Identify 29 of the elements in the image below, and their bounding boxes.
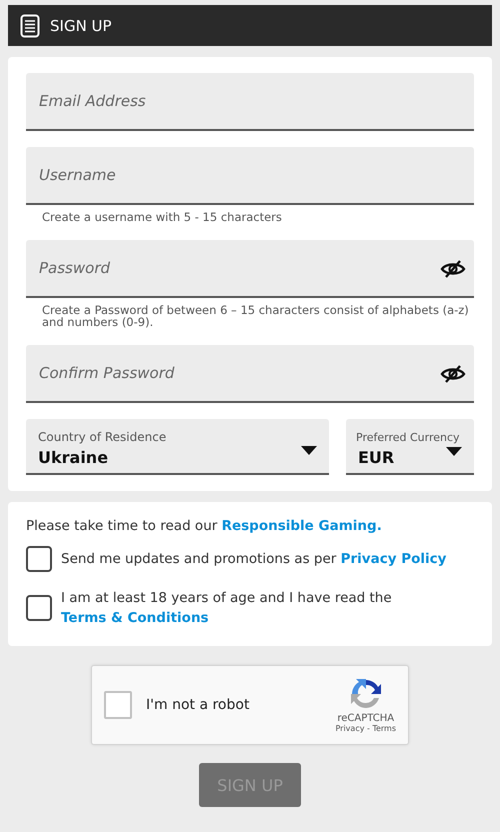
agreement-text: I am at least 18 years of age and I have read the Terms & Conditions: [61, 589, 393, 628]
responsible-gaming-notice: Please take time to read our Responsible Gaming.: [26, 518, 383, 534]
input-field[interactable]: Password: [26, 240, 474, 298]
agreement-text: Send me updates and promotions as per Privacy Policy: [61, 550, 446, 569]
caret-icon: [446, 447, 462, 456]
eye-slash-icon[interactable]: [440, 259, 466, 279]
privacy-link[interactable]: Privacy: [335, 724, 364, 733]
caret-icon: [301, 446, 317, 455]
input-field[interactable]: Email Address: [26, 73, 474, 131]
field-hint: Create a username with 5 - 15 characters: [41, 209, 283, 226]
link-separator: -: [366, 724, 371, 733]
document-icon: [20, 14, 40, 38]
input-field[interactable]: Confirm Password: [26, 345, 474, 403]
terms-link[interactable]: Terms: [372, 724, 396, 733]
input-field[interactable]: Username: [26, 147, 474, 205]
checkbox[interactable]: [26, 546, 52, 572]
recaptcha-brand: reCAPTCHA: [337, 713, 394, 724]
policy-link[interactable]: Terms & Conditions: [61, 610, 209, 626]
field-hint: Create a Password of between 6 – 15 characters consist of alphabets (a-z) and numbers (0-9).: [41, 302, 470, 331]
captcha-label: I'm not a robot: [146, 697, 250, 713]
checkbox[interactable]: [26, 595, 52, 621]
captcha-checkbox[interactable]: [104, 691, 132, 719]
recaptcha-logo-icon: [348, 677, 383, 711]
responsible-gaming-link[interactable]: Responsible Gaming.: [222, 518, 382, 534]
dropdown-select[interactable]: Preferred Currency EUR: [346, 419, 474, 475]
policy-link[interactable]: Privacy Policy: [340, 551, 446, 567]
dropdown-select[interactable]: Country of Residence Ukraine: [26, 419, 329, 475]
eye-slash-icon[interactable]: [440, 364, 466, 384]
page-title: SIGN UP: [50, 16, 112, 34]
